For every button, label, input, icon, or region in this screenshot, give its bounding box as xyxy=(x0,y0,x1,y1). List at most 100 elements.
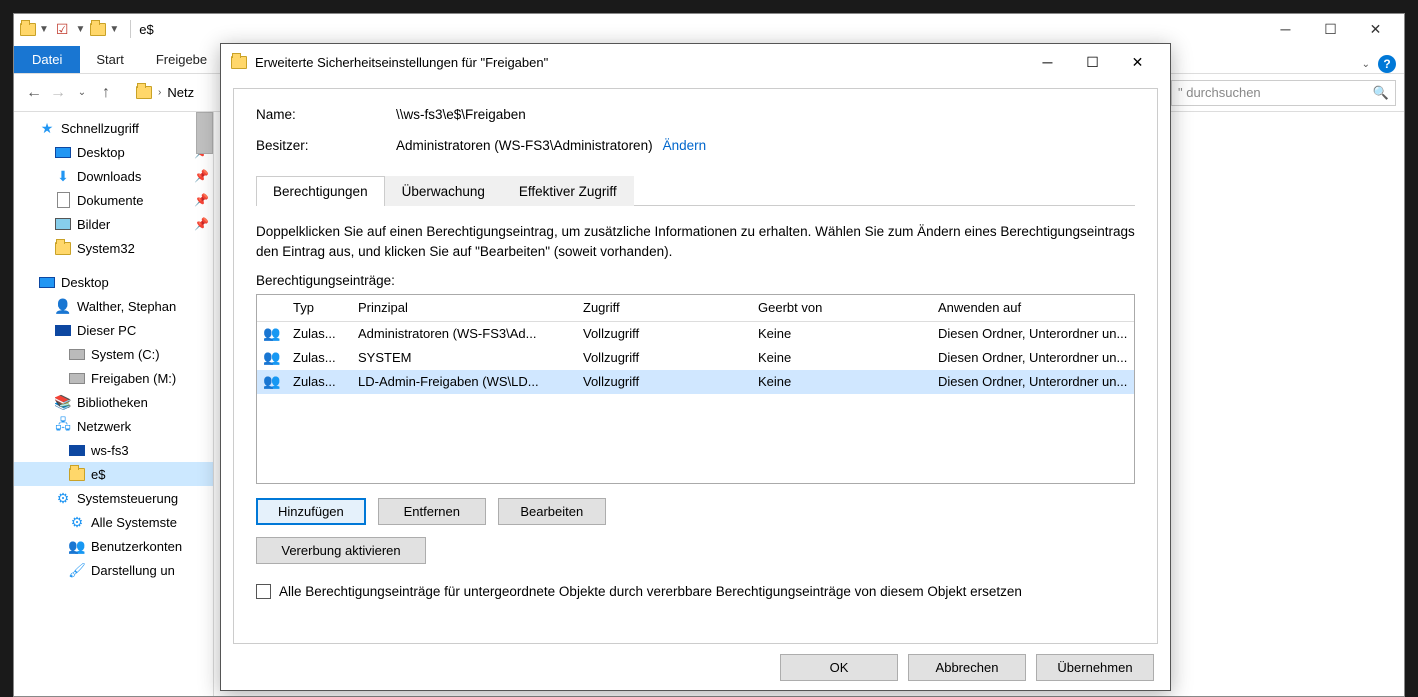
tree-item[interactable]: Freigaben (M:) xyxy=(14,366,213,390)
recent-locations[interactable]: ⌄ xyxy=(70,87,94,98)
col-apply[interactable]: Anwenden auf xyxy=(932,300,1134,315)
enable-inheritance-button[interactable]: Vererbung aktivieren xyxy=(256,537,426,564)
cell-principal: LD-Admin-Freigaben (WS\LD... xyxy=(352,374,577,389)
tree-item[interactable]: Desktop📌 xyxy=(14,140,213,164)
table-row-selected[interactable]: 👥 Zulas... LD-Admin-Freigaben (WS\LD... … xyxy=(257,370,1134,394)
search-input[interactable]: " durchsuchen 🔍 xyxy=(1171,80,1396,106)
col-access[interactable]: Zugriff xyxy=(577,300,752,315)
folder-icon xyxy=(20,23,36,36)
tree-label: Desktop xyxy=(77,145,125,160)
apply-button[interactable]: Übernehmen xyxy=(1036,654,1154,681)
change-owner-link[interactable]: Ändern xyxy=(663,138,707,153)
pin-icon: 📌 xyxy=(194,169,209,183)
tree-item[interactable]: Dokumente📌 xyxy=(14,188,213,212)
table-row[interactable]: 👥 Zulas... SYSTEM Vollzugriff Keine Dies… xyxy=(257,346,1134,370)
checkbox[interactable] xyxy=(256,584,271,599)
tree-label: Alle Systemste xyxy=(91,515,177,530)
chevron-down-icon[interactable]: ⌄ xyxy=(1362,59,1370,70)
tree-item[interactable]: 📚 Bibliotheken xyxy=(14,390,213,414)
tree-label: Dieser PC xyxy=(77,323,136,338)
chevron-down-icon[interactable]: ▼ xyxy=(109,24,119,35)
tree-item[interactable]: Bilder📌 xyxy=(14,212,213,236)
replace-checkbox-row[interactable]: Alle Berechtigungseinträge für untergeor… xyxy=(256,584,1135,599)
cancel-button[interactable]: Abbrechen xyxy=(908,654,1026,681)
col-principal[interactable]: Prinzipal xyxy=(352,300,577,315)
window-title: e$ xyxy=(139,22,153,37)
permissions-table: Typ Prinzipal Zugriff Geerbt von Anwende… xyxy=(256,294,1135,484)
search-icon: 🔍 xyxy=(1373,85,1389,101)
chevron-down-icon[interactable]: ▼ xyxy=(75,24,85,35)
tree-label: Netzwerk xyxy=(77,419,131,434)
tree-item[interactable]: System (C:) xyxy=(14,342,213,366)
ok-button[interactable]: OK xyxy=(780,654,898,681)
scrollbar-thumb[interactable] xyxy=(196,112,213,154)
back-button[interactable]: ← xyxy=(22,84,46,102)
tab-auditing[interactable]: Überwachung xyxy=(385,176,502,206)
cell-type: Zulas... xyxy=(287,350,352,365)
tree-label: Desktop xyxy=(61,275,109,290)
pin-icon: 📌 xyxy=(194,193,209,207)
tree-label: e$ xyxy=(91,467,105,482)
maximize-button[interactable]: ☐ xyxy=(1308,15,1353,43)
tree-item[interactable]: 👤Walther, Stephan xyxy=(14,294,213,318)
tab-effective-access[interactable]: Effektiver Zugriff xyxy=(502,176,634,206)
cell-inherited: Keine xyxy=(752,326,932,341)
cell-apply: Diesen Ordner, Unterordner un... xyxy=(932,350,1134,365)
tree-quick-access[interactable]: ★Schnellzugriff xyxy=(14,116,213,140)
minimize-button[interactable]: ─ xyxy=(1025,47,1070,77)
up-button[interactable]: ↑ xyxy=(94,84,118,102)
address-bar[interactable]: › Netz xyxy=(126,85,200,100)
appearance-icon: 🖌 xyxy=(68,561,86,579)
tree-label: Bibliotheken xyxy=(77,395,148,410)
add-button[interactable]: Hinzufügen xyxy=(256,498,366,525)
cell-type: Zulas... xyxy=(287,326,352,341)
tree-item[interactable]: ⚙Systemsteuerung xyxy=(14,486,213,510)
dialog-titlebar[interactable]: Erweiterte Sicherheitseinstellungen für … xyxy=(221,44,1170,80)
cell-access: Vollzugriff xyxy=(577,326,752,341)
tree-label: Schnellzugriff xyxy=(61,121,139,136)
help-icon[interactable]: ? xyxy=(1378,55,1396,73)
check-icon[interactable]: ☑ xyxy=(56,21,69,38)
cell-access: Vollzugriff xyxy=(577,350,752,365)
close-button[interactable]: ✕ xyxy=(1353,15,1398,43)
close-button[interactable]: ✕ xyxy=(1115,47,1160,77)
minimize-button[interactable]: ─ xyxy=(1263,15,1308,43)
control-panel-icon: ⚙ xyxy=(68,513,86,531)
security-dialog: Erweiterte Sicherheitseinstellungen für … xyxy=(220,43,1171,691)
table-row[interactable]: 👥 Zulas... Administratoren (WS-FS3\Ad...… xyxy=(257,322,1134,346)
breadcrumb[interactable]: Netz xyxy=(161,85,200,100)
forward-button[interactable]: → xyxy=(46,84,70,102)
name-value: \\ws-fs3\e$\Freigaben xyxy=(396,107,526,122)
tree-item[interactable]: 🖌Darstellung un xyxy=(14,558,213,582)
tree-item[interactable]: ⬇Downloads📌 xyxy=(14,164,213,188)
group-icon: 👥 xyxy=(263,349,280,365)
edit-button[interactable]: Bearbeiten xyxy=(498,498,606,525)
tree-item[interactable]: ws-fs3 xyxy=(14,438,213,462)
maximize-button[interactable]: ☐ xyxy=(1070,47,1115,77)
cell-inherited: Keine xyxy=(752,350,932,365)
ribbon-tab-start[interactable]: Start xyxy=(80,46,139,73)
chevron-down-icon[interactable]: ▼ xyxy=(39,24,49,35)
tab-permissions[interactable]: Berechtigungen xyxy=(256,176,385,206)
control-panel-icon: ⚙ xyxy=(54,489,72,507)
col-type[interactable]: Typ xyxy=(287,300,352,315)
tree-item[interactable]: System32 xyxy=(14,236,213,260)
tree-item[interactable]: 🖧Netzwerk xyxy=(14,414,213,438)
explorer-titlebar: ▼ ☑ ▼ ▼ e$ ─ ☐ ✕ xyxy=(14,14,1404,44)
tree-item[interactable]: Dieser PC xyxy=(14,318,213,342)
hint-text: Doppelklicken Sie auf einen Berechtigung… xyxy=(256,222,1135,263)
tree-item[interactable]: ⚙ Alle Systemste xyxy=(14,510,213,534)
cell-type: Zulas... xyxy=(287,374,352,389)
tree-item[interactable]: 👥Benutzerkonten xyxy=(14,534,213,558)
replace-label: Alle Berechtigungseinträge für untergeor… xyxy=(279,584,1022,599)
library-icon: 📚 xyxy=(54,393,72,411)
separator xyxy=(130,20,131,38)
file-menu[interactable]: Datei xyxy=(14,46,80,73)
table-header[interactable]: Typ Prinzipal Zugriff Geerbt von Anwende… xyxy=(257,295,1134,322)
col-inherited[interactable]: Geerbt von xyxy=(752,300,932,315)
navigation-pane[interactable]: ★Schnellzugriff Desktop📌 ⬇Downloads📌 Dok… xyxy=(14,112,214,696)
tree-item-selected[interactable]: e$ xyxy=(14,462,213,486)
tree-desktop[interactable]: Desktop xyxy=(14,270,213,294)
remove-button[interactable]: Entfernen xyxy=(378,498,486,525)
ribbon-tab-share[interactable]: Freigebe xyxy=(140,46,223,73)
